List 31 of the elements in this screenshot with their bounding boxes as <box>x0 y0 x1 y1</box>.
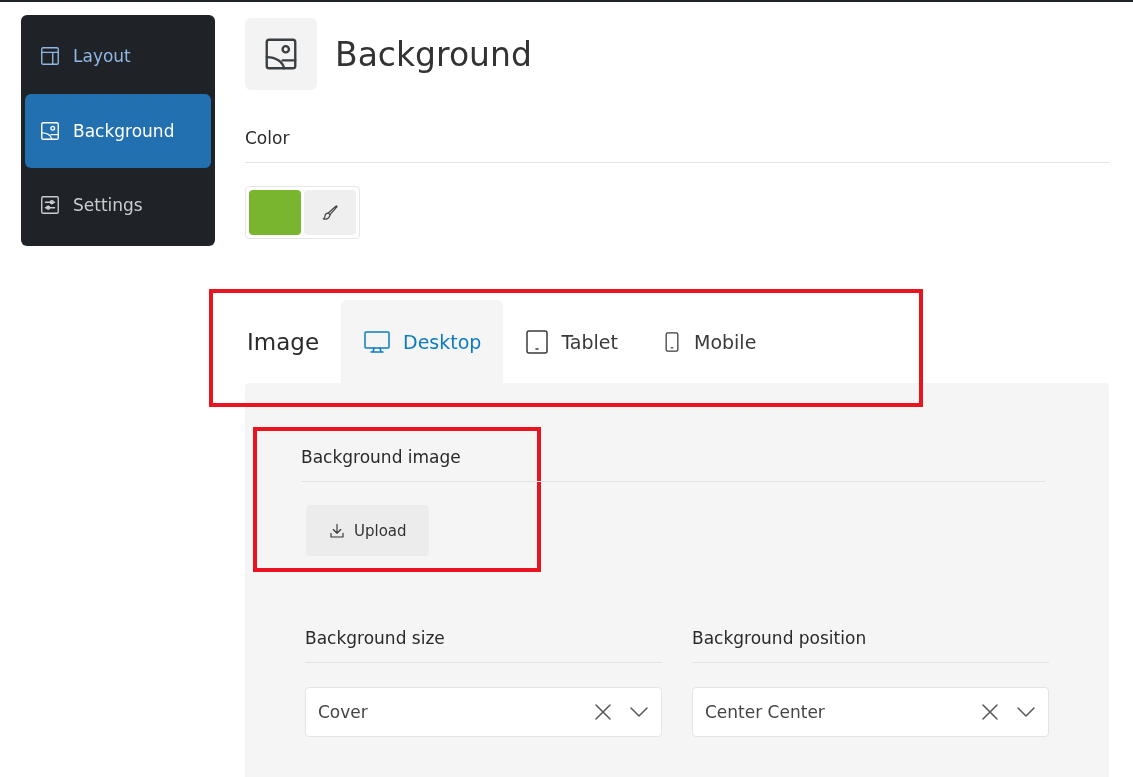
page-title: Background <box>335 34 532 74</box>
clear-icon[interactable] <box>980 702 1000 722</box>
tablet-icon <box>525 329 550 354</box>
sliders-icon <box>39 194 61 216</box>
device-tab[interactable]: Desktop <box>341 300 504 383</box>
device-tab[interactable]: Mobile <box>640 300 779 383</box>
sidebar-item[interactable]: Layout <box>25 19 211 93</box>
chevron-down-icon[interactable] <box>1016 706 1036 718</box>
chevron-down-icon[interactable] <box>629 706 649 718</box>
sidebar-item[interactable]: Settings <box>25 168 211 242</box>
select-value: Cover <box>318 702 369 722</box>
select-value: Center Center <box>705 702 826 722</box>
select-field[interactable]: Cover <box>305 687 662 737</box>
image-icon <box>39 119 61 142</box>
field-label: Background image <box>301 447 1045 482</box>
section-label: Color <box>245 128 1109 163</box>
color-picker[interactable] <box>245 186 360 239</box>
field-label: Background size <box>305 628 662 663</box>
sidebar-item[interactable]: Background <box>25 93 211 168</box>
brush-icon <box>320 202 340 223</box>
device-tab[interactable]: Tablet <box>503 300 640 383</box>
upload-button[interactable]: Upload <box>306 505 429 556</box>
color-swatch[interactable] <box>249 190 301 235</box>
layout-icon <box>39 45 61 67</box>
eyedropper-button[interactable] <box>304 190 356 235</box>
select-field[interactable]: Center Center <box>692 687 1049 737</box>
monitor-icon <box>363 329 392 354</box>
clear-icon[interactable] <box>593 702 613 722</box>
section-label: Image <box>247 328 320 355</box>
download-icon <box>328 521 346 540</box>
field-label: Background position <box>692 628 1049 663</box>
